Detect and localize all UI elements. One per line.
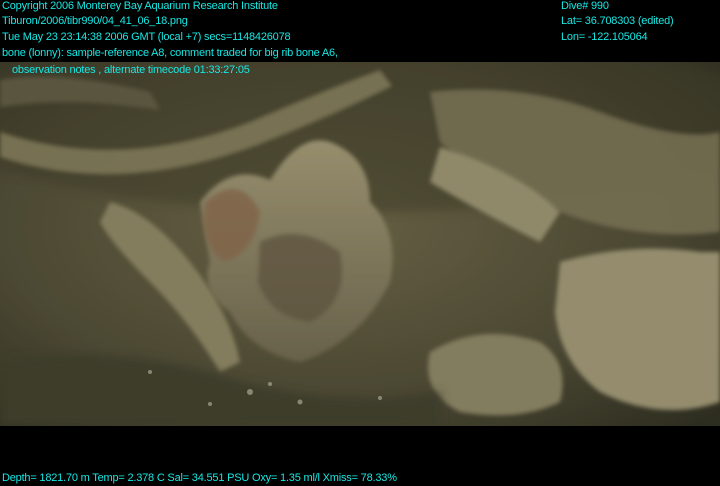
latitude-text: Lat= 36.708303 (edited) bbox=[561, 15, 674, 27]
longitude-text: Lon= -122.105064 bbox=[561, 31, 648, 43]
telemetry-text: Depth= 1821.70 m Temp= 2.378 C Sal= 34.5… bbox=[2, 472, 397, 484]
file-path-text: Tiburon/2006/tibr990/04_41_06_18.png bbox=[2, 15, 188, 27]
seafloor-bones-image bbox=[0, 62, 720, 426]
annotation-line-2: observation notes , alternate timecode 0… bbox=[12, 64, 250, 76]
timestamp-text: Tue May 23 23:14:38 2006 GMT (local +7) … bbox=[2, 31, 291, 43]
annotation-line-1: bone (lonny): sample-reference A8, comme… bbox=[2, 47, 338, 59]
dive-number: Dive# 990 bbox=[561, 0, 609, 12]
copyright-text: Copyright 2006 Monterey Bay Aquarium Res… bbox=[2, 0, 278, 12]
